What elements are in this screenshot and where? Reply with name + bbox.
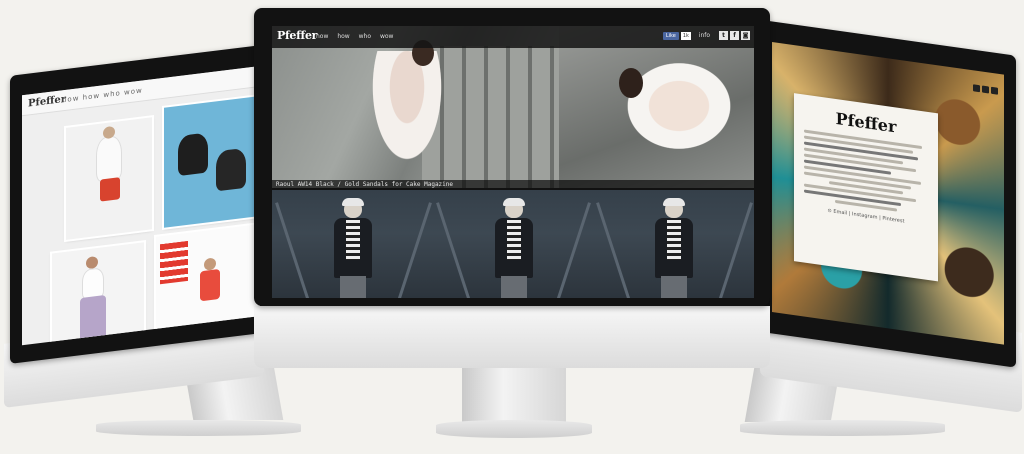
card-logo: Pfeffer (835, 108, 897, 137)
site-nav: now how who wow (316, 33, 400, 40)
instagram-icon[interactable]: ◙ (741, 31, 750, 40)
gallery-tile[interactable] (66, 117, 152, 240)
gallery-photo[interactable] (559, 26, 754, 188)
site-logo[interactable]: Pfeffer (277, 29, 317, 42)
center-monitor-stand-foot (436, 420, 592, 438)
right-monitor-screen: Pfeffer ⊙ Email | Instagram | Pinterest (772, 42, 1004, 345)
left-site-logo[interactable]: Pfeffer (28, 94, 66, 110)
device-showcase: Pfeffer now how who wow Pfeffer ⊙ Email … (0, 0, 1024, 454)
gallery-photo[interactable] (272, 26, 559, 188)
facebook-icon[interactable]: f (730, 31, 739, 40)
card-links[interactable]: ⊙ Email | Instagram | Pinterest (804, 204, 928, 227)
gallery-photo[interactable] (272, 190, 433, 298)
twitter-icon[interactable]: t (719, 31, 728, 40)
info-link[interactable]: info (699, 32, 710, 39)
center-monitor-screen: Pfeffer now how who wow Like 1k info t f ◙ (272, 26, 754, 298)
gallery-tile[interactable] (164, 96, 254, 228)
right-social-icons (971, 76, 998, 99)
about-card: Pfeffer ⊙ Email | Instagram | Pinterest (794, 93, 938, 282)
model-figure (491, 198, 537, 298)
gallery-photo[interactable] (433, 190, 593, 298)
model-hair (619, 68, 643, 98)
model-figure (330, 198, 376, 298)
gallery-photo[interactable] (593, 190, 754, 298)
nav-link-how[interactable]: how (337, 33, 349, 40)
nav-link-now[interactable]: now (316, 33, 328, 40)
like-count: 1k (680, 31, 691, 40)
model-figure (651, 198, 697, 298)
left-monitor-screen: Pfeffer now how who wow (22, 66, 260, 346)
gallery-tile[interactable] (52, 242, 144, 346)
twitter-icon[interactable] (973, 84, 980, 93)
site-header: Pfeffer now how who wow Like 1k info t f ◙ (272, 26, 754, 48)
center-monitor-stand-neck (462, 368, 566, 422)
left-monitor-stand-foot (96, 420, 301, 436)
right-monitor-stand-foot (740, 420, 945, 436)
facebook-icon[interactable] (982, 85, 989, 94)
social-bar: Like 1k info t f ◙ (662, 31, 750, 40)
nav-link-wow[interactable]: wow (380, 33, 394, 40)
photo-caption: Raoul AW14 Black / Gold Sandals for Cake… (272, 180, 754, 190)
nav-link-who[interactable]: who (359, 33, 371, 40)
instagram-icon[interactable] (991, 86, 998, 95)
left-site-nav[interactable]: now how who wow (62, 86, 143, 104)
model-figure (367, 51, 447, 171)
center-monitor-chin (254, 306, 770, 368)
facebook-like-button[interactable]: Like (662, 31, 679, 40)
